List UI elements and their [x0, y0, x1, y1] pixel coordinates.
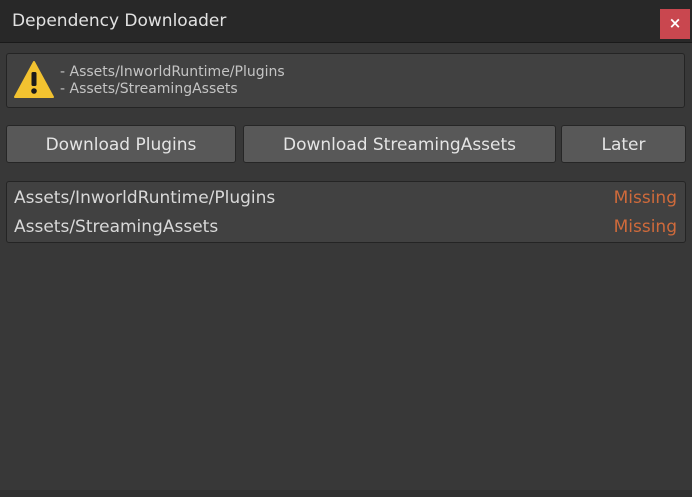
- status-missing-label: Missing: [613, 188, 677, 208]
- dependency-path: Assets/StreamingAssets: [14, 217, 219, 237]
- dependency-status-list: Assets/InworldRuntime/Plugins Missing As…: [6, 181, 686, 243]
- status-missing-label: Missing: [613, 217, 677, 237]
- window-title: Dependency Downloader: [12, 11, 227, 31]
- warning-line: - Assets/StreamingAssets: [60, 81, 238, 97]
- later-button[interactable]: Later: [561, 125, 686, 163]
- bottom-edge: [0, 490, 692, 497]
- warning-icon: [14, 61, 54, 98]
- title-bar[interactable]: Dependency Downloader ×: [0, 0, 692, 43]
- missing-paths-message: - Assets/InworldRuntime/Plugins - Assets…: [60, 64, 285, 98]
- dependency-downloader-window: Dependency Downloader × - Assets/Inworld…: [0, 0, 692, 497]
- dependency-path: Assets/InworldRuntime/Plugins: [14, 188, 276, 208]
- download-streaming-assets-button[interactable]: Download StreamingAssets: [243, 125, 556, 163]
- warning-help-box: - Assets/InworldRuntime/Plugins - Assets…: [6, 53, 685, 108]
- download-plugins-button[interactable]: Download Plugins: [6, 125, 236, 163]
- list-item: Assets/StreamingAssets Missing: [7, 214, 685, 243]
- warning-line: - Assets/InworldRuntime/Plugins: [60, 64, 285, 80]
- close-button[interactable]: ×: [660, 9, 690, 39]
- list-item: Assets/InworldRuntime/Plugins Missing: [7, 185, 685, 214]
